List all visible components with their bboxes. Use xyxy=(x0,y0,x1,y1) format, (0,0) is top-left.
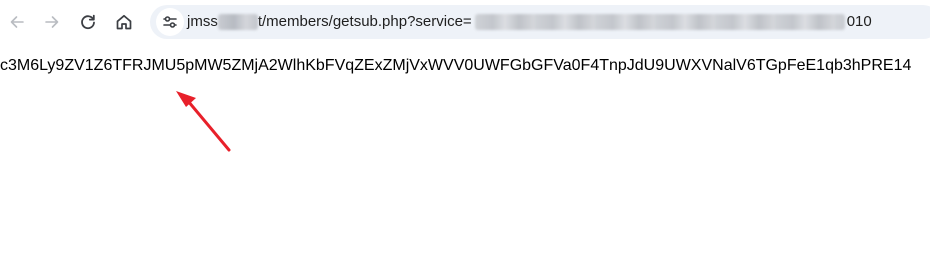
arrow-head xyxy=(176,91,196,107)
red-arrow-annotation xyxy=(176,91,231,152)
arrow-shaft xyxy=(186,99,231,152)
